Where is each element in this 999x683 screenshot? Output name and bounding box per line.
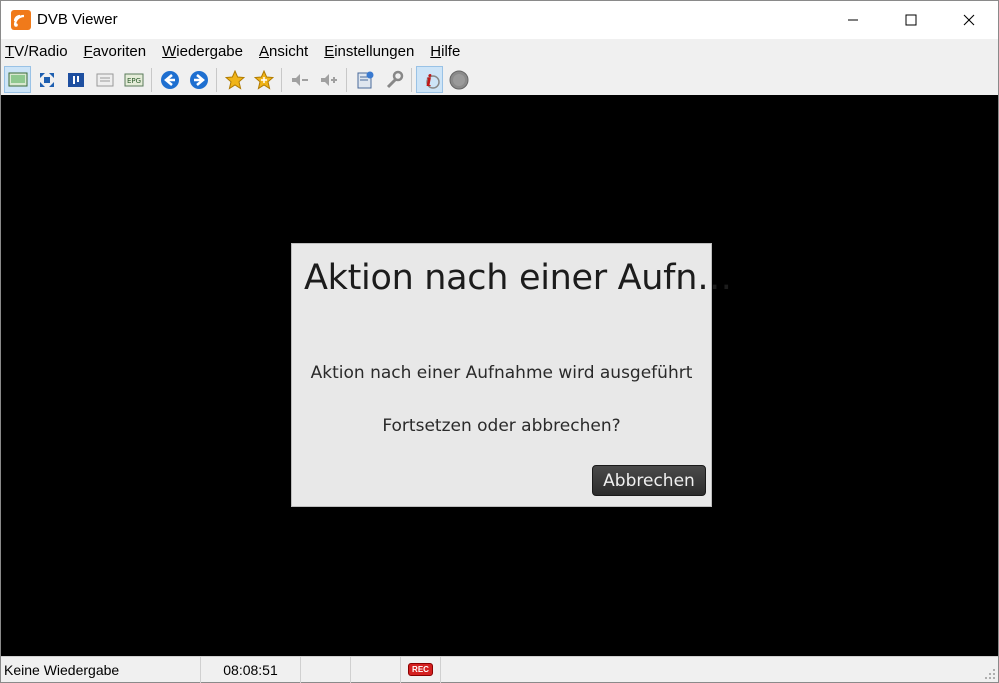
menu-einstellungen[interactable]: Einstellungen [324,43,414,60]
volume-down-button[interactable] [286,66,313,93]
osd-info-icon: i [426,71,440,90]
window-title: DVB Viewer [37,11,118,28]
toolbar-separator [151,67,152,92]
menu-ansicht[interactable]: Ansicht [259,43,308,60]
screen-button[interactable] [4,66,31,93]
record-button[interactable] [445,66,472,93]
resize-grip-icon[interactable] [984,668,996,680]
toolbar: EPG i [1,64,998,95]
cancel-button[interactable]: Abbrechen [592,465,706,496]
dialog-title: Aktion nach einer Aufn… [304,258,732,298]
recorder-button[interactable] [351,66,378,93]
volume-down-icon [291,73,308,86]
status-panel [301,656,351,683]
epg-icon: EPG [124,73,143,86]
dialog-message: Aktion nach einer Aufnahme wird ausgefüh… [310,363,693,383]
rec-badge: REC [408,663,433,676]
info-panel-icon [96,73,113,86]
fullscreen-icon [39,72,54,87]
favorite-button[interactable] [221,66,248,93]
menu-hilfe[interactable]: Hilfe [430,43,460,60]
info-panel-button[interactable] [91,66,118,93]
svg-text:i: i [426,71,432,90]
toolbar-separator [281,67,282,92]
clock-time: 08:08:51 [201,656,301,683]
status-bar: Keine Wiedergabe 08:08:51 REC [1,656,998,683]
close-icon [963,14,975,26]
status-panel [351,656,401,683]
recording-action-dialog: Aktion nach einer Aufn… Aktion nach eine… [291,243,732,507]
title-bar[interactable]: DVB Viewer [1,1,998,39]
epg-button[interactable]: EPG [120,66,147,93]
menu-wiedergabe[interactable]: Wiedergabe [162,43,243,60]
playback-status: Keine Wiedergabe [1,656,201,683]
toolbar-separator [216,67,217,92]
back-button[interactable] [156,66,183,93]
fullscreen-button[interactable] [33,66,60,93]
toolbar-separator [411,67,412,92]
favorite-icon [224,69,245,90]
recorder-icon [357,71,373,88]
forward-icon [189,70,208,89]
minimize-icon [848,19,858,21]
menu-tv-radio[interactable]: TV/Radio [5,43,68,60]
menu-favoriten[interactable]: Favoriten [84,43,147,60]
favorite-add-icon [253,69,274,90]
volume-up-button[interactable] [315,66,342,93]
forward-button[interactable] [185,66,212,93]
app-icon [11,10,31,30]
minimize-button[interactable] [824,1,882,39]
teletext-icon [67,72,84,87]
osd-info-button[interactable]: i [416,66,443,93]
teletext-button[interactable] [62,66,89,93]
menu-bar: TV/Radio Favoriten Wiedergabe Ansicht Ei… [1,39,998,64]
maximize-button[interactable] [882,1,940,39]
volume-up-icon [320,73,337,86]
screen-icon [8,72,27,86]
toolbar-separator [346,67,347,92]
close-button[interactable] [940,1,998,39]
back-icon [160,70,179,89]
svg-text:EPG: EPG [126,77,140,85]
video-area[interactable]: Aktion nach einer Aufn… Aktion nach eine… [1,95,998,656]
dialog-question: Fortsetzen oder abbrechen? [382,416,621,436]
settings-button[interactable] [380,66,407,93]
maximize-icon [905,14,917,26]
dvb-viewer-window: DVB Viewer TV/Radio Favoriten Wiedergabe… [0,0,999,683]
rec-indicator: REC [401,656,441,683]
record-icon [449,70,468,89]
settings-icon [386,70,403,88]
favorite-add-button[interactable] [250,66,277,93]
